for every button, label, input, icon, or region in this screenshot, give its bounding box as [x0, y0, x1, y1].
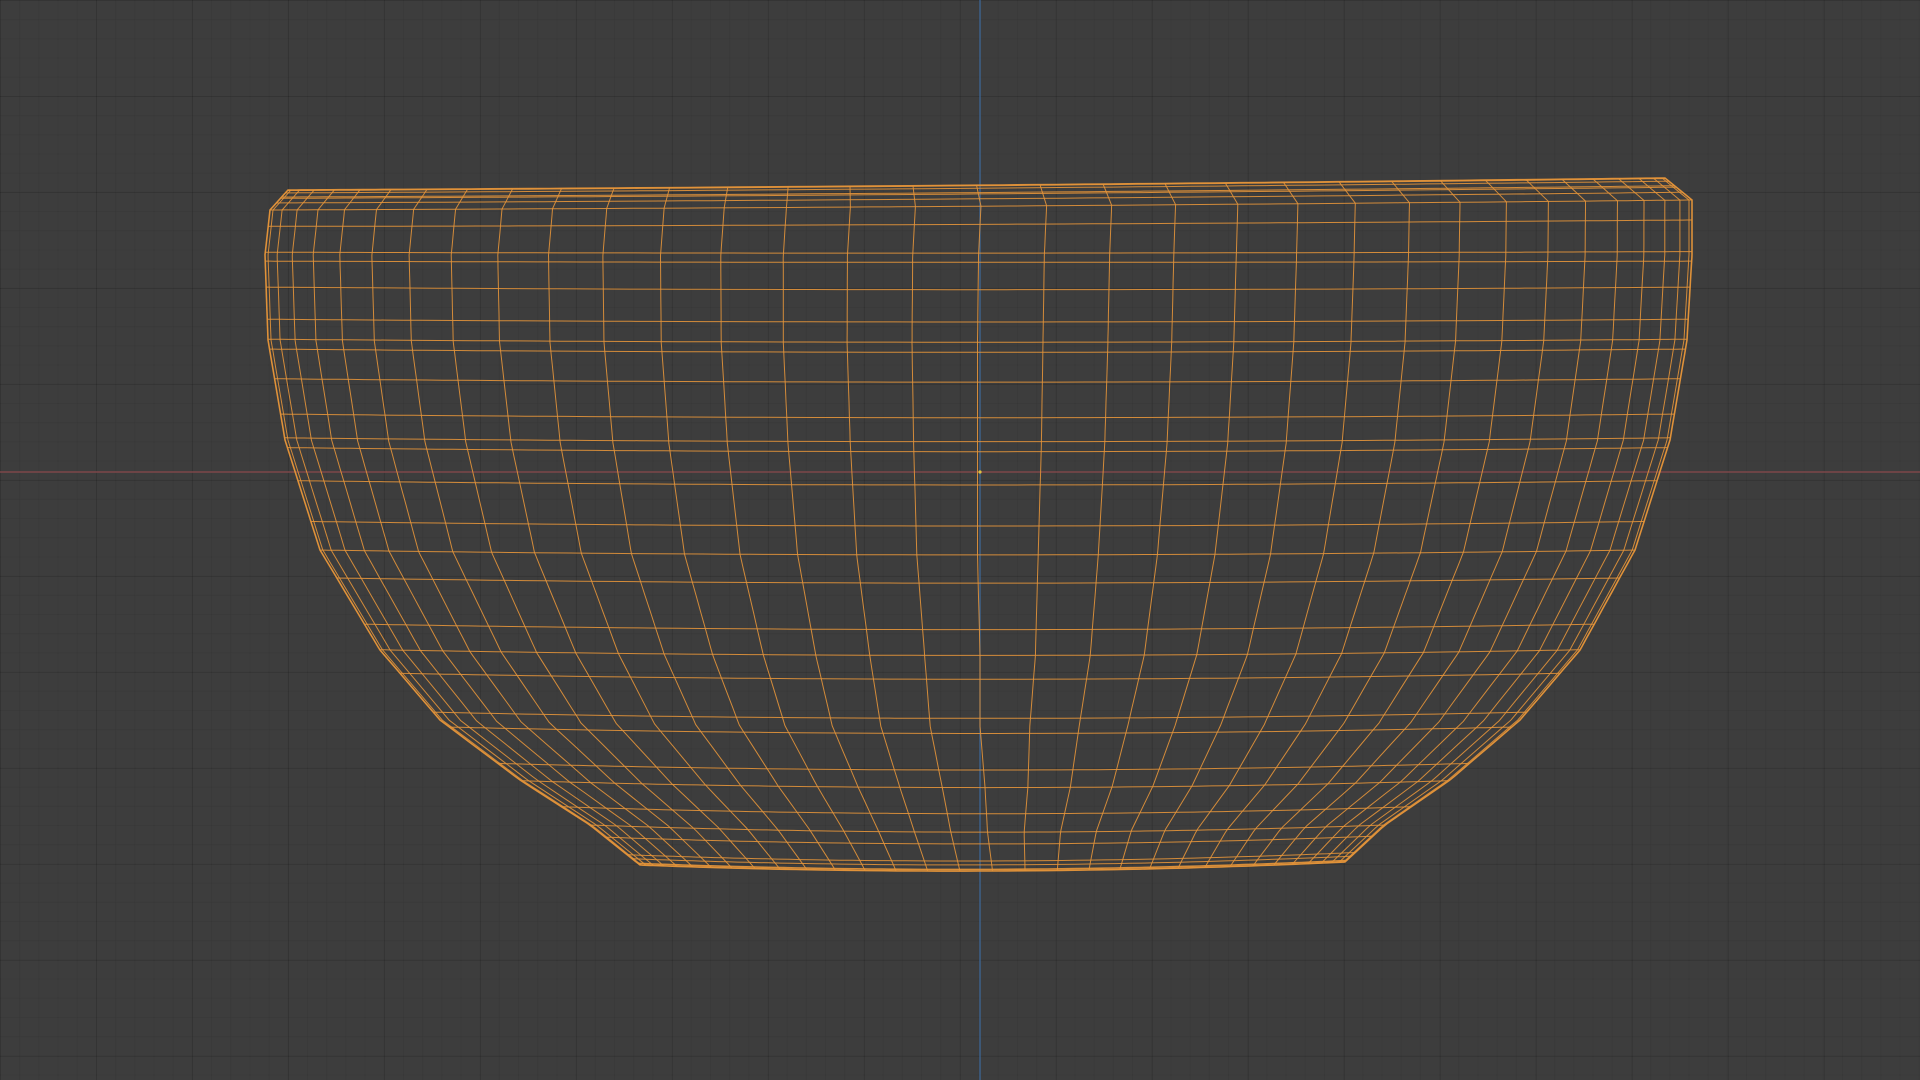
mesh-edge: [291, 189, 654, 866]
mesh-edge: [1119, 182, 1239, 870]
mesh-edge: [1338, 177, 1681, 863]
mesh-edge: [911, 185, 961, 872]
mesh-edge: [1343, 177, 1690, 863]
mesh-edge: [276, 189, 647, 866]
mesh-edge: [1331, 177, 1666, 863]
3d-viewport[interactable]: [0, 0, 1920, 1080]
mesh-edge: [1088, 183, 1177, 871]
mesh-edge: [408, 188, 712, 868]
mesh-edge: [1307, 178, 1619, 864]
mesh-edge: [1056, 183, 1113, 871]
mesh-edge: [1344, 177, 1693, 863]
object-origin-dot: [978, 470, 982, 474]
mesh-edge: [312, 189, 665, 867]
viewport-scene[interactable]: [0, 0, 1920, 1080]
bowl-wireframe-icon[interactable]: [264, 177, 1693, 872]
mesh-edge: [1023, 184, 1048, 871]
mesh-edge: [976, 185, 993, 872]
mesh-edge: [1320, 178, 1645, 864]
